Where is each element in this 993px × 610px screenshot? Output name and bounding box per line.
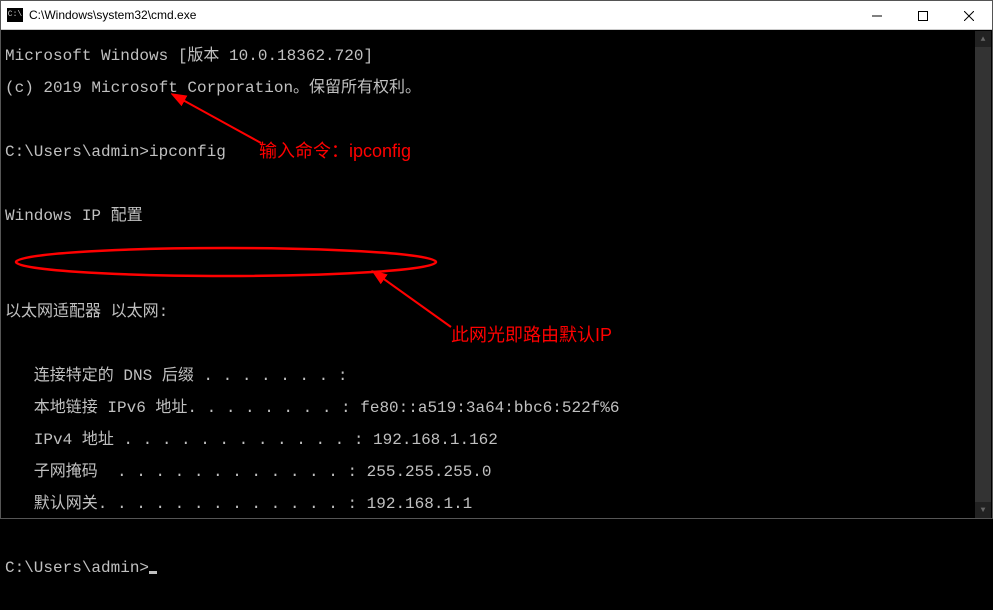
adapter-header: 以太网适配器 以太网: xyxy=(5,304,988,320)
ipv6-address: 本地链接 IPv6 地址. . . . . . . . : fe80::a519… xyxy=(5,400,988,416)
maximize-button[interactable] xyxy=(900,1,946,30)
cmd-window: C:\ C:\Windows\system32\cmd.exe Microsof… xyxy=(0,0,993,519)
version-line: Microsoft Windows [版本 10.0.18362.720] xyxy=(5,48,988,64)
cursor xyxy=(149,571,157,574)
scroll-thumb[interactable] xyxy=(975,47,991,502)
scrollbar[interactable]: ▲ ▼ xyxy=(975,31,991,518)
ipv4-address: IPv4 地址 . . . . . . . . . . . . : 192.16… xyxy=(5,432,988,448)
close-button[interactable] xyxy=(946,1,992,30)
copyright-line: (c) 2019 Microsoft Corporation。保留所有权利。 xyxy=(5,80,988,96)
prompt: C:\Users\admin> xyxy=(5,143,149,161)
titlebar[interactable]: C:\ C:\Windows\system32\cmd.exe xyxy=(1,1,992,30)
ipconfig-header: Windows IP 配置 xyxy=(5,208,988,224)
minimize-button[interactable] xyxy=(854,1,900,30)
scroll-up-button[interactable]: ▲ xyxy=(975,31,991,47)
scroll-down-button[interactable]: ▼ xyxy=(975,502,991,518)
title-left: C:\ C:\Windows\system32\cmd.exe xyxy=(1,8,196,22)
window-title: C:\Windows\system32\cmd.exe xyxy=(29,8,196,22)
cmd-icon: C:\ xyxy=(7,8,23,22)
dns-suffix: 连接特定的 DNS 后缀 . . . . . . . : xyxy=(5,368,988,384)
terminal-output[interactable]: Microsoft Windows [版本 10.0.18362.720] (c… xyxy=(1,30,992,610)
default-gateway: 默认网关. . . . . . . . . . . . . : 192.168.… xyxy=(5,496,988,512)
subnet-mask: 子网掩码 . . . . . . . . . . . . : 255.255.2… xyxy=(5,464,988,480)
window-controls xyxy=(854,1,992,29)
command-ipconfig: ipconfig xyxy=(149,143,226,161)
prompt: C:\Users\admin> xyxy=(5,559,149,577)
